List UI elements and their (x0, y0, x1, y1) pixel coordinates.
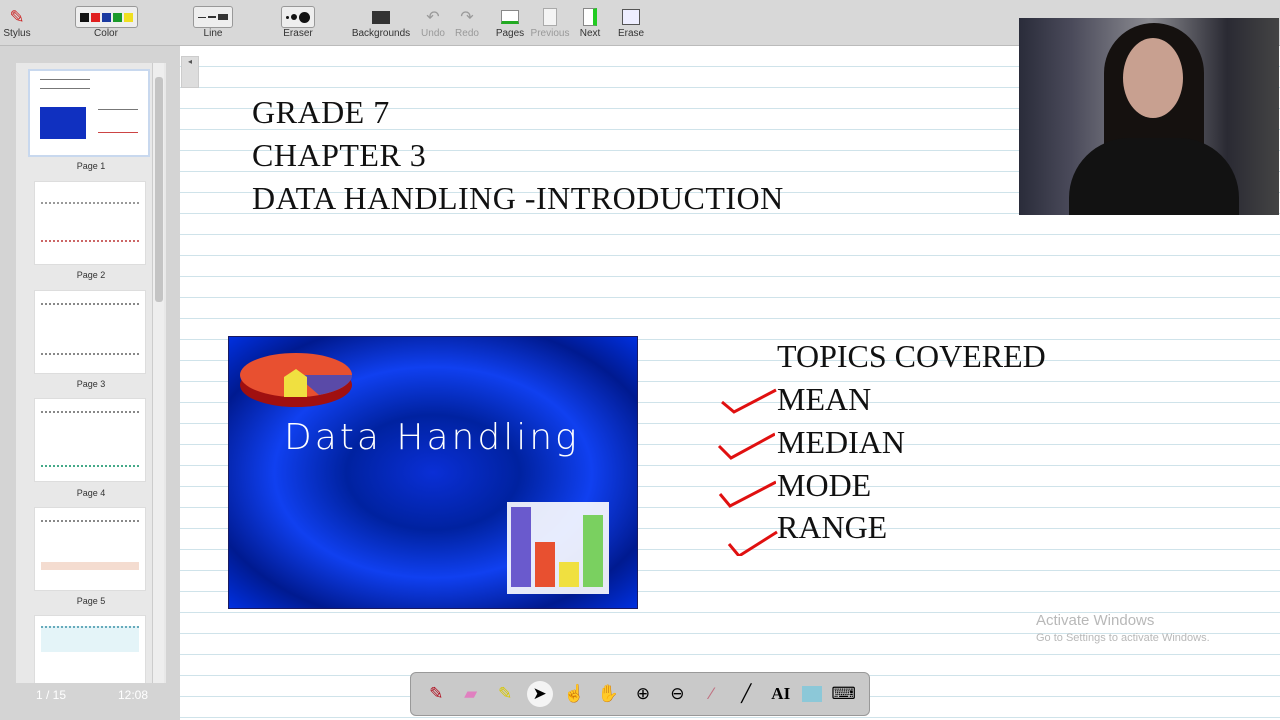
erase-icon (622, 6, 640, 28)
stylus-button[interactable]: ✎ Stylus (0, 0, 34, 46)
zoom-out-icon[interactable]: ⊖ (664, 681, 690, 707)
eraser-medium[interactable] (291, 14, 297, 20)
color-swatch-1[interactable] (90, 12, 100, 22)
line-medium[interactable] (208, 16, 216, 18)
pages-button[interactable]: Pages (490, 0, 530, 46)
presenter-body (1069, 138, 1239, 215)
checkmark-icon (717, 432, 775, 460)
eraser-group: Eraser (260, 0, 336, 46)
collapse-sidebar-button[interactable]: ◂ (181, 56, 199, 88)
erase-button[interactable]: Erase (610, 0, 652, 46)
page-thumbnail-2[interactable] (34, 181, 146, 265)
page-thumbnail-3[interactable] (34, 290, 146, 374)
backgrounds-icon (372, 6, 390, 28)
pie-chart-icon (240, 353, 352, 407)
zoom-in-icon[interactable]: ⊕ (630, 681, 656, 707)
line-tool-icon[interactable]: ╱ (733, 681, 759, 707)
add-page-icon (501, 6, 519, 28)
page-label: Page 5 (76, 596, 106, 606)
title-chapter: CHAPTER 3 (252, 137, 427, 173)
eraser-large[interactable] (299, 11, 310, 23)
activate-windows-watermark: Activate Windows Go to Settings to activ… (1036, 612, 1210, 644)
page-sidebar: Page 1 Page 2 Page 3 Page 4 Page 5 1 / 1… (0, 46, 180, 720)
page-thumbnail-6[interactable] (34, 615, 146, 683)
backgrounds-button[interactable]: Backgrounds (348, 0, 414, 46)
page-label: Page 1 (76, 161, 106, 171)
eraser-small[interactable] (286, 15, 289, 19)
title-topic: DATA HANDLING -INTRODUCTION (252, 180, 784, 216)
next-page-icon (583, 6, 597, 28)
color-swatch-4[interactable] (123, 12, 133, 22)
stylus-icon: ✎ (9, 6, 25, 27)
undo-button[interactable]: ↶ Undo (416, 0, 450, 46)
color-swatch-2[interactable] (101, 12, 111, 22)
image-caption: Data Handling (284, 417, 580, 458)
highlighter-tool-icon[interactable]: ✎ (492, 681, 518, 707)
page-thumbnail-5[interactable] (34, 507, 146, 591)
sidebar-footer: 1 / 15 12:08 (0, 688, 180, 702)
line-widths (193, 6, 233, 28)
topic-mean: MEAN (777, 381, 872, 417)
webcam-overlay (1019, 18, 1279, 215)
line-thick[interactable] (218, 14, 228, 20)
data-handling-image: Data Handling (228, 336, 638, 609)
previous-button[interactable]: Previous (530, 0, 570, 46)
presenter-face (1123, 38, 1183, 118)
pan-hand-icon[interactable]: ✋ (595, 681, 621, 707)
thumbnail-scrollbar[interactable] (152, 63, 164, 683)
checkmark-icon (718, 480, 776, 508)
text-tool-icon[interactable]: AI (768, 681, 794, 707)
eraser-sizes (281, 6, 315, 28)
checkmark-icon (727, 530, 778, 556)
topic-range: RANGE (777, 509, 888, 545)
page-label: Page 3 (76, 379, 106, 389)
page-thumbnail-1[interactable] (28, 69, 150, 157)
bar-chart-icon (507, 502, 609, 594)
chart-clipart (240, 353, 609, 594)
undo-icon: ↶ (426, 9, 440, 26)
pen-tool-icon[interactable]: ✎ (423, 681, 449, 707)
click-hand-icon[interactable]: ☝ (561, 681, 587, 707)
watermark-title: Activate Windows (1036, 612, 1155, 629)
screen-capture-icon[interactable] (802, 686, 823, 702)
page-thumbnail-4[interactable] (34, 398, 146, 482)
title-grade: GRADE 7 (252, 94, 390, 130)
color-swatch-0[interactable] (79, 12, 89, 22)
eraser-tool-icon[interactable]: ▰ (458, 681, 484, 707)
clock: 12:08 (117, 688, 148, 702)
page-thumbnails: Page 1 Page 2 Page 3 Page 4 Page 5 (16, 63, 166, 683)
topic-median: MEDIAN (777, 424, 905, 460)
previous-page-icon (543, 6, 557, 28)
line-thin[interactable] (198, 16, 206, 18)
scrollbar-thumb[interactable] (155, 77, 163, 302)
redo-icon: ↷ (460, 9, 474, 26)
color-swatch-3[interactable] (112, 12, 122, 22)
redo-button[interactable]: ↷ Redo (450, 0, 484, 46)
next-button[interactable]: Next (570, 0, 610, 46)
checkmark-icon (721, 388, 777, 414)
page-label: Page 4 (76, 488, 106, 498)
select-pointer-icon[interactable]: ➤ (526, 681, 553, 707)
topic-mode: MODE (777, 467, 872, 503)
page-counter: 1 / 15 (36, 688, 67, 702)
keyboard-icon[interactable]: ⌨ (831, 681, 857, 707)
page-label: Page 2 (76, 270, 106, 280)
laser-pointer-icon[interactable]: ⁄ (699, 681, 725, 707)
color-swatches (74, 6, 138, 28)
color-group: Color (42, 0, 170, 46)
topics-title: TOPICS COVERED (777, 338, 1046, 374)
line-group: Line (178, 0, 248, 46)
watermark-subtitle: Go to Settings to activate Windows. (1036, 632, 1210, 644)
bottom-tool-palette: ✎ ▰ ✎ ➤ ☝ ✋ ⊕ ⊖ ⁄ ╱ AI ⌨ (410, 672, 870, 716)
